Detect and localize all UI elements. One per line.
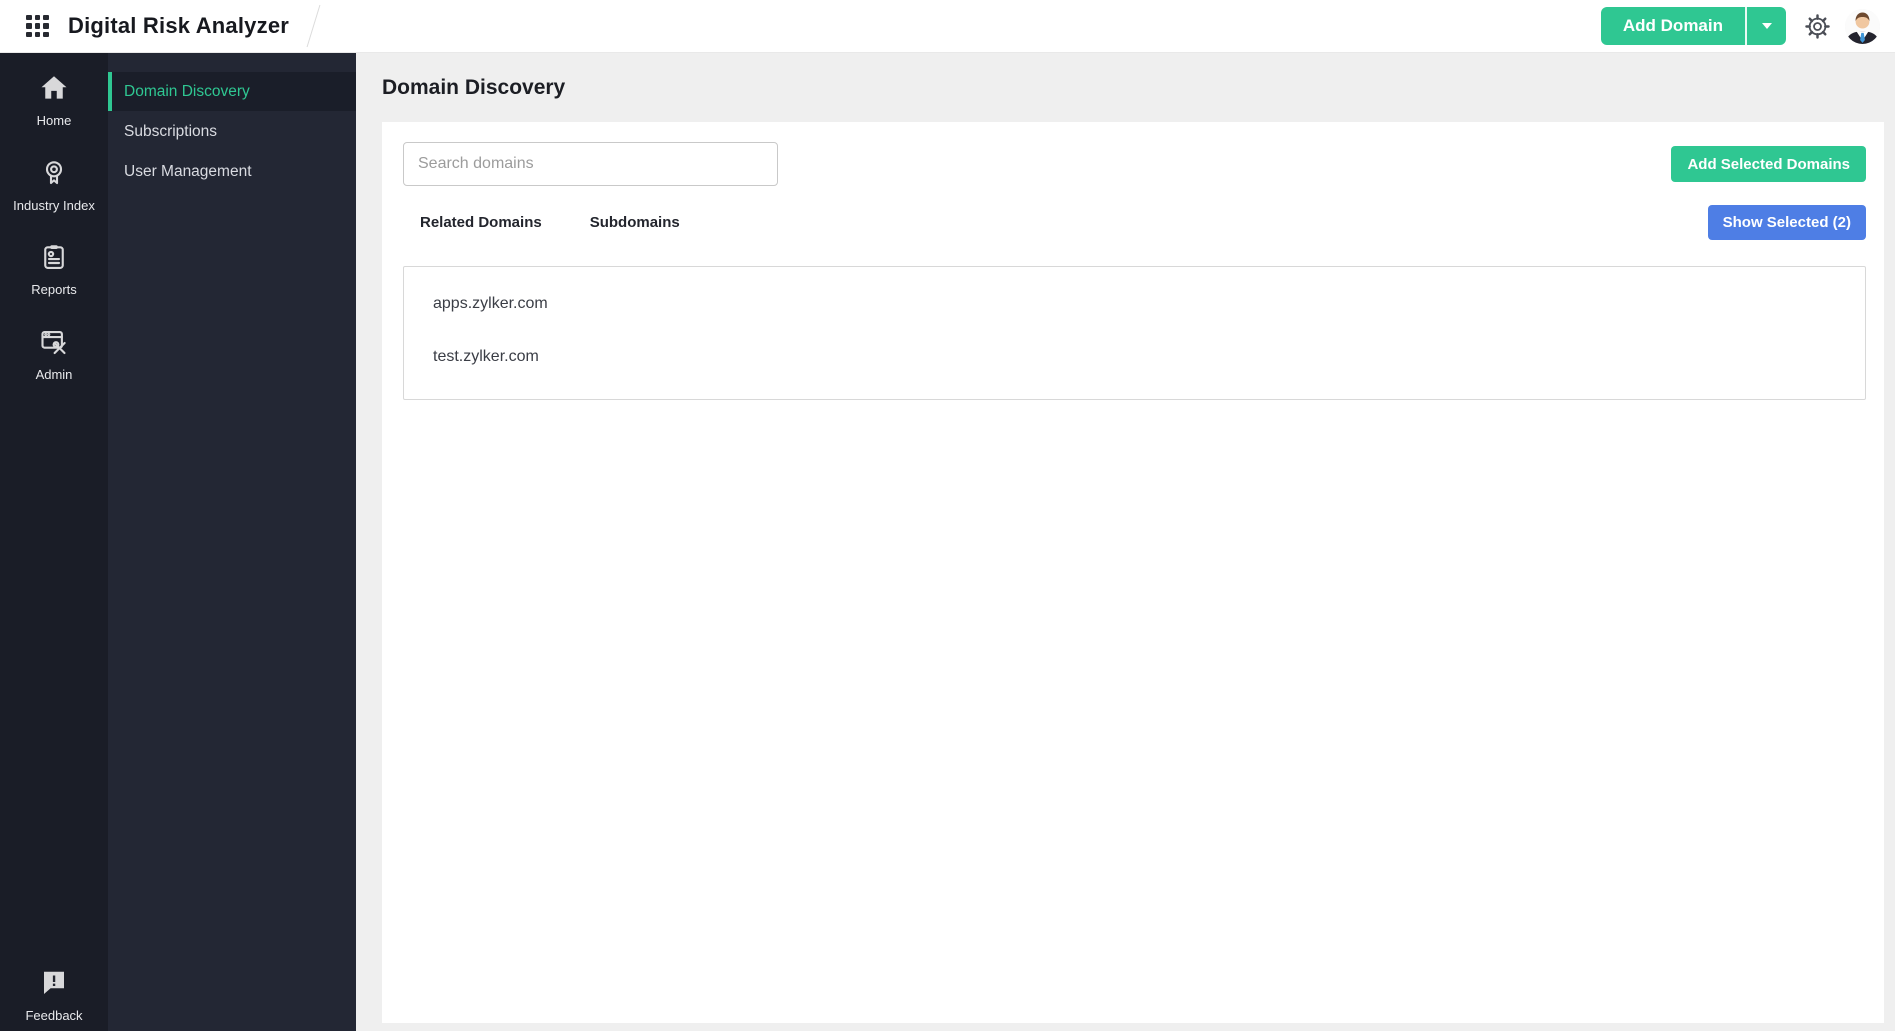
tabs-row: Related Domains Subdomains Show Selected… — [403, 205, 1866, 240]
sidebar-item-reports[interactable]: Reports — [0, 242, 108, 299]
add-domain-button[interactable]: Add Domain — [1600, 7, 1745, 45]
main-content: Domain Discovery Add Selected Domains Re… — [356, 53, 1895, 1031]
secondary-sidebar: Domain Discovery Subscriptions User Mana… — [108, 53, 356, 1031]
page-title-band: Domain Discovery — [382, 53, 1884, 122]
sidebar-item-label: Home — [36, 113, 72, 128]
sidebar-item-subscriptions[interactable]: Subscriptions — [108, 112, 356, 151]
settings-button[interactable] — [1804, 13, 1831, 40]
sidebar-item-label: Feedback — [25, 1008, 83, 1024]
industry-index-icon — [45, 160, 63, 184]
gear-icon — [1805, 13, 1830, 39]
tab-related-domains[interactable]: Related Domains — [420, 214, 542, 231]
sidebar-item-label: Admin — [35, 366, 73, 382]
search-input[interactable] — [403, 142, 778, 186]
domain-list: apps.zylker.com test.zylker.com — [403, 266, 1866, 400]
feedback-icon — [44, 972, 64, 995]
app-launcher-icon[interactable] — [26, 14, 49, 38]
sidebar-item-label: Industry Index — [13, 197, 95, 213]
header-actions: Add Domain — [1600, 7, 1880, 45]
admin-icon — [41, 330, 66, 354]
caret-down-icon — [1761, 23, 1772, 29]
show-selected-button[interactable]: Show Selected (2) — [1707, 205, 1866, 240]
domain-list-item[interactable]: apps.zylker.com — [404, 277, 1865, 330]
reports-icon — [44, 245, 64, 270]
add-domain-split-button: Add Domain — [1600, 7, 1786, 45]
add-selected-domains-button[interactable]: Add Selected Domains — [1671, 146, 1866, 182]
home-icon — [41, 76, 67, 99]
app-body: Home Industry Index Reports Admin Feedba… — [0, 53, 1895, 1031]
sidebar-item-feedback[interactable]: Feedback — [0, 968, 108, 1025]
tabs: Related Domains Subdomains — [420, 214, 680, 231]
user-avatar[interactable] — [1845, 8, 1880, 44]
primary-sidebar: Home Industry Index Reports Admin Feedba… — [0, 53, 108, 1031]
tab-subdomains[interactable]: Subdomains — [590, 214, 680, 231]
sidebar-item-domain-discovery[interactable]: Domain Discovery — [108, 72, 356, 111]
sidebar-item-industry-index[interactable]: Industry Index — [0, 158, 108, 215]
domain-discovery-card: Add Selected Domains Related Domains Sub… — [382, 122, 1884, 1023]
app-title: Digital Risk Analyzer — [68, 13, 290, 38]
search-row: Add Selected Domains — [403, 142, 1866, 186]
page-title: Domain Discovery — [382, 75, 566, 99]
add-domain-dropdown-button[interactable] — [1745, 7, 1786, 45]
sidebar-item-label: Reports — [31, 282, 77, 298]
domain-list-item[interactable]: test.zylker.com — [404, 330, 1865, 383]
sidebar-item-admin[interactable]: Admin — [0, 327, 108, 384]
title-divider — [306, 4, 321, 48]
sidebar-item-user-management[interactable]: User Management — [108, 152, 356, 191]
sidebar-item-home[interactable]: Home — [0, 73, 108, 130]
top-header: Digital Risk Analyzer Add Domain — [0, 0, 1895, 53]
